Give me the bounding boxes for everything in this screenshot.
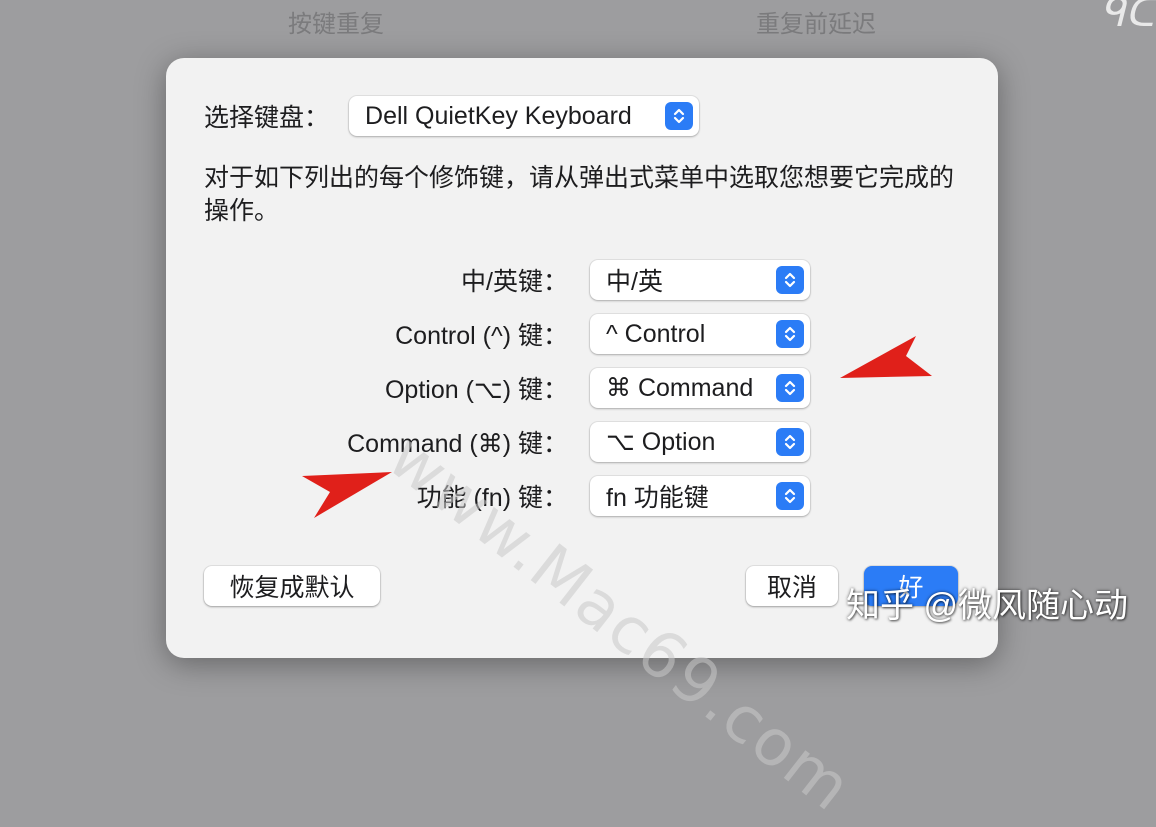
- modifier-popup-option[interactable]: ⌘ Command: [590, 368, 810, 408]
- modifier-popup-zh-en[interactable]: 中/英: [590, 260, 810, 300]
- modifier-popup-function[interactable]: fn 功能键: [590, 476, 810, 516]
- instructions-text: 对于如下列出的每个修饰键，请从弹出式菜单中选取您想要它完成的操作。: [204, 164, 955, 225]
- red-arrow-icon: [840, 336, 932, 378]
- modifier-row-command: Command (⌘) 键： ⌥ Option: [166, 422, 998, 462]
- keyboard-select-value: Dell QuietKey Keyboard: [365, 101, 632, 130]
- up-down-chevron-icon: [665, 102, 694, 130]
- up-down-chevron-icon: [776, 320, 804, 348]
- modifier-value: 中/英: [606, 268, 663, 296]
- modifier-value: fn 功能键: [606, 484, 709, 512]
- modifier-label: Option (⌥) 键：: [384, 376, 568, 404]
- keyboard-select-popup[interactable]: Dell QuietKey Keyboard: [349, 96, 700, 136]
- modifier-label: 中/英键：: [461, 268, 568, 296]
- author-credit: 知乎 @微风随心动: [846, 587, 1128, 625]
- up-down-chevron-icon: [776, 428, 804, 456]
- modifier-popup-control[interactable]: ^ Control: [590, 314, 810, 354]
- modifier-value: ⌘ Command: [606, 374, 754, 402]
- modifier-label: Command (⌘) 键：: [347, 430, 568, 458]
- delay-until-repeat-label: 重复前延迟: [756, 11, 876, 38]
- modifier-row-function: 功能 (fn) 键： fn 功能键: [166, 476, 998, 516]
- restore-default-button[interactable]: 恢复成默认: [204, 566, 380, 606]
- modifier-popup-command[interactable]: ⌥ Option: [590, 422, 810, 462]
- up-down-chevron-icon: [776, 482, 804, 510]
- up-down-chevron-icon: [776, 266, 804, 294]
- cancel-button[interactable]: 取消: [746, 566, 838, 606]
- modifier-value: ^ Control: [606, 319, 706, 348]
- keyboard-select-row: 选择键盘： Dell QuietKey Keyboard: [204, 96, 700, 136]
- corner-glyph: ᑫᑕ: [1100, 0, 1155, 36]
- modifier-value: ⌥ Option: [606, 428, 716, 456]
- keyboard-select-label: 选择键盘：: [204, 104, 330, 132]
- modifier-label: Control (^) 键：: [395, 322, 568, 350]
- modifier-row-zh-en: 中/英键： 中/英: [166, 260, 998, 300]
- key-repeat-label: 按键重复: [288, 11, 384, 38]
- up-down-chevron-icon: [776, 374, 804, 402]
